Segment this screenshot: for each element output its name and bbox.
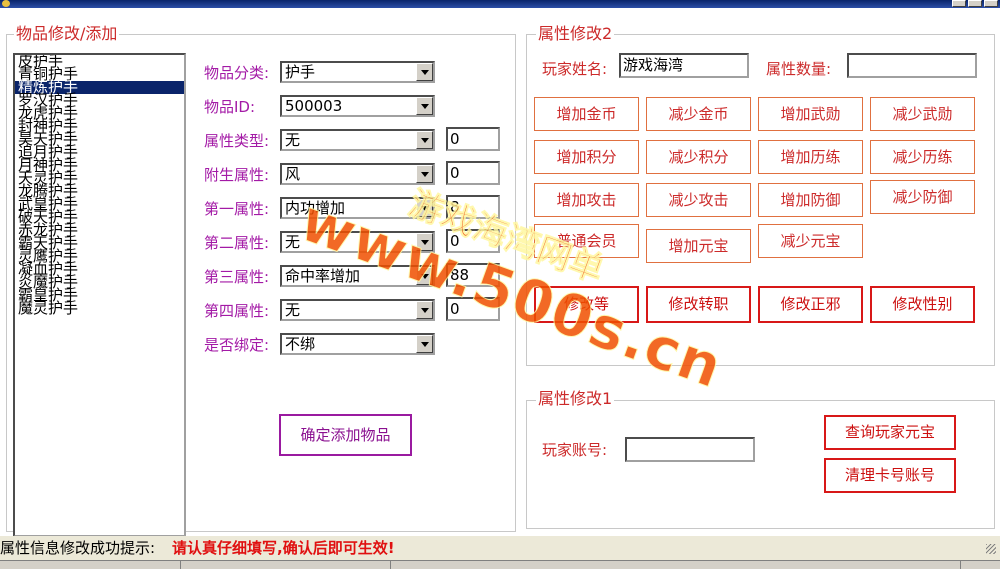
reduce-exp-button[interactable]: 减少历练 — [870, 140, 975, 174]
maximize-button[interactable] — [968, 0, 982, 7]
player-name-value: 游戏海湾 — [623, 56, 684, 74]
chevron-down-icon[interactable] — [416, 301, 433, 319]
reduce-attack-button[interactable]: 减少攻击 — [646, 183, 751, 217]
confirm-add-item-button[interactable]: 确定添加物品 — [279, 414, 412, 456]
attr2-label: 第二属性: — [204, 234, 270, 252]
minimize-button[interactable] — [952, 0, 966, 7]
reduce-yuanbao-button[interactable]: 减少元宝 — [758, 224, 863, 258]
bound-select[interactable]: 不绑 — [280, 333, 435, 355]
status-label: 属性信息修改成功提示: — [0, 539, 156, 557]
attr-type-select[interactable]: 无 — [280, 129, 435, 151]
account-label: 玩家账号: — [542, 441, 608, 459]
category-select[interactable]: 护手 — [280, 61, 435, 83]
status-bar: 属性信息修改成功提示: 请认真仔细填写,确认后即可生效! — [0, 536, 1000, 560]
add-exp-button[interactable]: 增加历练 — [758, 140, 863, 174]
item-listbox[interactable]: 皮护手 青铜护手 精炼护手 罗汉护手 龙虎护手 封神护手 昊天护手 追月护手 月神护手 天灵护手龙… — [13, 53, 186, 537]
resize-grip-icon[interactable] — [986, 544, 996, 554]
add-points-button[interactable]: 增加积分 — [534, 140, 639, 174]
list-item[interactable]: 魔灵护手 — [15, 301, 184, 316]
attr-type-value: 无 — [285, 131, 301, 149]
chevron-down-icon[interactable] — [416, 63, 433, 81]
attr4-label: 第四属性: — [204, 302, 270, 320]
attr-count-label: 属性数量: — [766, 60, 832, 78]
attr4-value: 无 — [285, 301, 301, 319]
extra-attr-select[interactable]: 风 — [280, 163, 435, 185]
extra-attr-num-input[interactable]: 0 — [446, 161, 500, 185]
reduce-points-button[interactable]: 减少积分 — [646, 140, 751, 174]
bound-value: 不绑 — [285, 335, 316, 353]
add-merit-button[interactable]: 增加武勋 — [758, 97, 863, 131]
status-message: 请认真仔细填写,确认后即可生效! — [172, 539, 395, 557]
chevron-down-icon[interactable] — [416, 97, 433, 115]
reduce-gold-button[interactable]: 减少金币 — [646, 97, 751, 131]
main-client-area: 物品修改/添加 皮护手 青铜护手 精炼护手 罗汉护手 龙虎护手 封神护手 昊天护手 追月护手月… — [0, 8, 1000, 537]
player-name-input[interactable]: 游戏海湾 — [619, 53, 749, 78]
close-button[interactable] — [984, 0, 998, 7]
query-gold-button[interactable]: 查询玩家元宝 — [824, 415, 956, 450]
category-label: 物品分类: — [204, 64, 270, 82]
attr3-label: 第三属性: — [204, 268, 270, 286]
item-id-select[interactable]: 500003 — [280, 95, 435, 117]
chevron-down-icon[interactable] — [416, 131, 433, 149]
account-input[interactable] — [625, 437, 755, 462]
add-item-legend: 物品修改/添加 — [14, 24, 120, 43]
attr1-label: 第一属性: — [204, 200, 270, 218]
category-value: 护手 — [285, 63, 316, 81]
add-attack-button[interactable]: 增加攻击 — [534, 183, 639, 217]
add-yuanbao-button[interactable]: 增加元宝 — [646, 229, 751, 263]
clear-account-button[interactable]: 清理卡号账号 — [824, 458, 956, 493]
bottom-strip — [0, 560, 1000, 569]
attr2-legend: 属性修改2 — [536, 24, 615, 43]
attr-type-num-input[interactable]: 0 — [446, 127, 500, 151]
bound-label: 是否绑定: — [204, 336, 270, 354]
reduce-defense-button[interactable]: 减少防御 — [870, 180, 975, 214]
item-id-label: 物品ID: — [204, 98, 256, 116]
attr4-select[interactable]: 无 — [280, 299, 435, 321]
title-bar — [0, 0, 1000, 8]
item-id-value: 500003 — [285, 97, 343, 115]
attr1-legend: 属性修改1 — [536, 389, 615, 408]
attr-type-label: 属性类型: — [204, 132, 270, 150]
add-gold-button[interactable]: 增加金币 — [534, 97, 639, 131]
extra-attr-value: 风 — [285, 165, 301, 183]
reduce-merit-button[interactable]: 减少武勋 — [870, 97, 975, 131]
chevron-down-icon[interactable] — [416, 335, 433, 353]
add-defense-button[interactable]: 增加防御 — [758, 183, 863, 217]
attr-count-input[interactable] — [847, 53, 977, 78]
modify-alignment-button[interactable]: 修改正邪 — [758, 286, 863, 323]
modify-gender-button[interactable]: 修改性别 — [870, 286, 975, 323]
extra-attr-label: 附生属性: — [204, 166, 270, 184]
player-name-label: 玩家姓名: — [542, 60, 608, 78]
app-icon — [2, 0, 10, 7]
